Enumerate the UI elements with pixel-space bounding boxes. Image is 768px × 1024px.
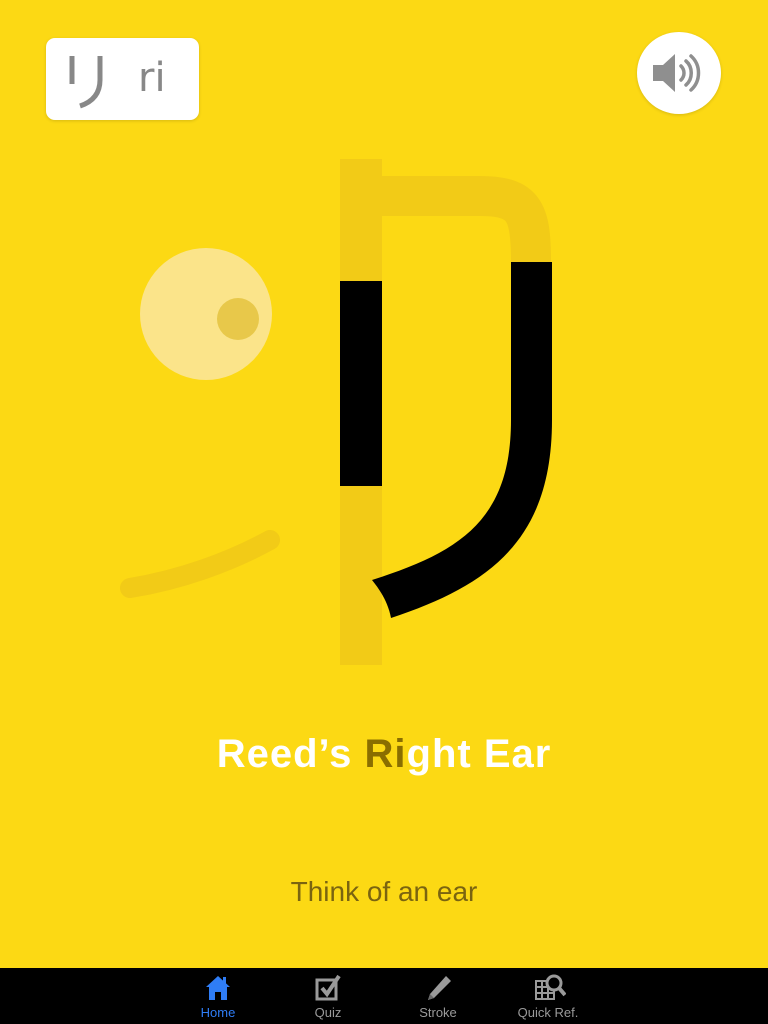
mnemonic-highlight-r: R <box>364 732 395 776</box>
smile <box>120 530 280 598</box>
tab-quick-ref[interactable]: Quick Ref. <box>493 968 603 1024</box>
tab-quiz[interactable]: Quiz <box>273 968 383 1024</box>
mnemonic-text-before: Reed’s <box>216 732 365 776</box>
pencil-icon <box>428 976 451 1000</box>
tab-bar: Home Quiz Stroke Quick Ref. <box>0 968 768 1024</box>
tab-label: Quick Ref. <box>517 1005 579 1020</box>
kana-stroke-1 <box>340 281 382 486</box>
tab-home[interactable]: Home <box>163 968 273 1024</box>
tab-stroke[interactable]: Stroke <box>383 968 493 1024</box>
mnemonic-illustration <box>120 159 552 665</box>
home-icon <box>206 976 230 1000</box>
mnemonic-text-after: ght Ear <box>406 732 552 776</box>
kana-stroke-2 <box>372 262 552 618</box>
tab-label: Quiz <box>314 1005 342 1020</box>
grid-magnifier-icon <box>535 974 566 1000</box>
tab-label: Home <box>200 1005 236 1020</box>
ear-curve <box>382 176 551 263</box>
mnemonic-highlight-i: i <box>394 732 407 776</box>
eye-pupil <box>217 298 259 340</box>
checkbox-icon <box>315 974 341 1001</box>
hint-text: Think of an ear <box>290 876 478 907</box>
mnemonic-phrase: Reed’s Right Ear <box>0 732 768 777</box>
tab-label: Stroke <box>419 1005 457 1020</box>
